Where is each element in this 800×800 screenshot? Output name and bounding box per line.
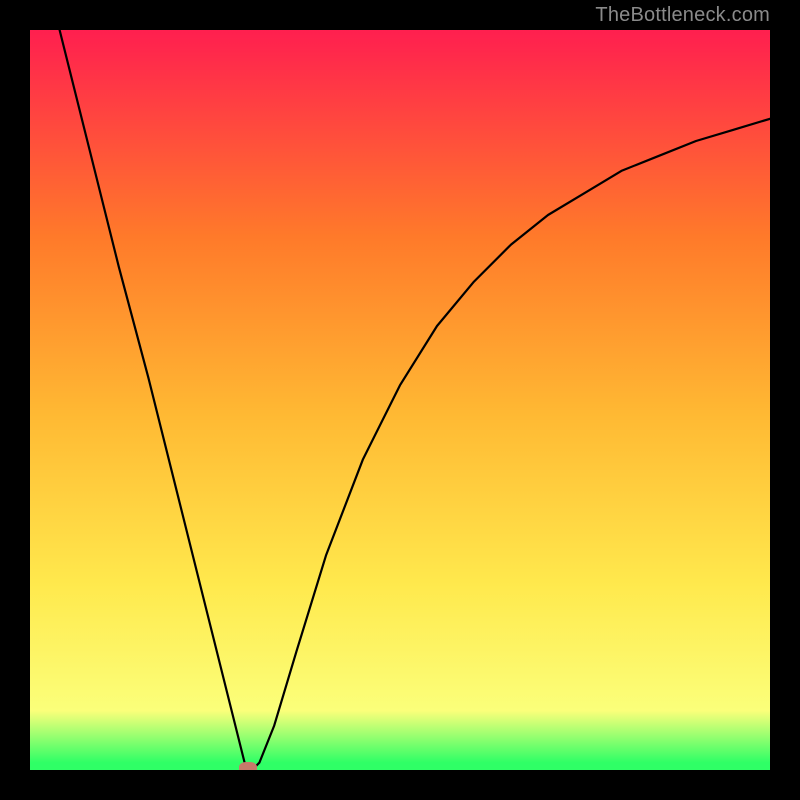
minimum-marker-icon bbox=[239, 762, 257, 770]
bottleneck-curve bbox=[30, 30, 770, 770]
plot-area bbox=[30, 30, 770, 770]
watermark-label: TheBottleneck.com bbox=[595, 4, 770, 27]
chart-frame: TheBottleneck.com bbox=[0, 0, 800, 800]
